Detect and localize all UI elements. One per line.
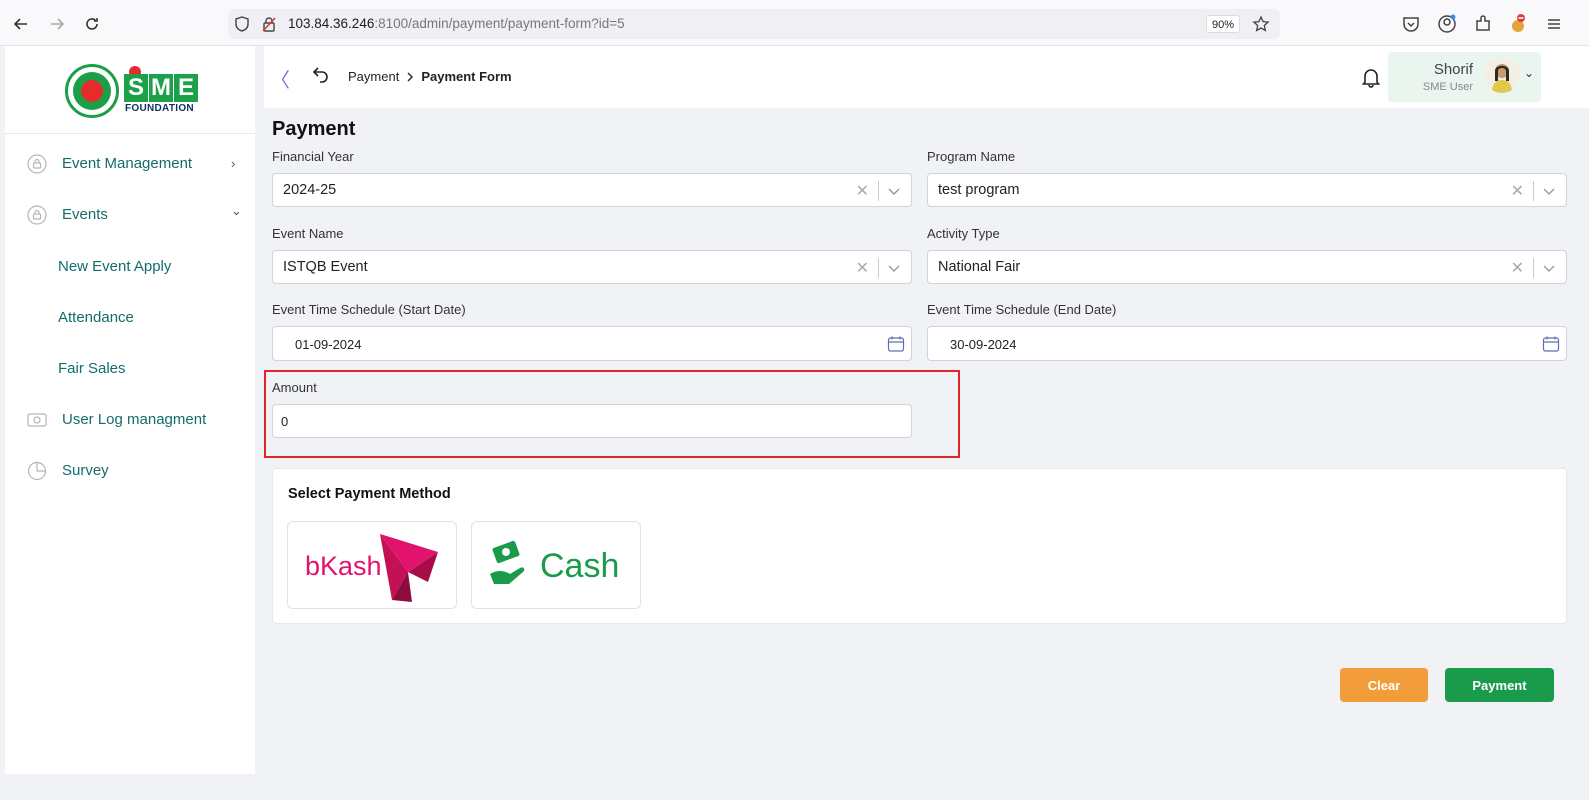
shield-icon[interactable] [233, 15, 251, 33]
start-date-value: 01-09-2024 [295, 337, 362, 352]
logo[interactable]: S M E FOUNDATION [5, 46, 255, 134]
end-date-label: Event Time Schedule (End Date) [927, 302, 1117, 317]
financial-year-value: 2024-25 [283, 182, 337, 198]
bkash-option[interactable]: bKash [287, 521, 457, 609]
logo-letter: E [174, 74, 198, 102]
chevron-down-icon[interactable] [887, 184, 901, 198]
cash-logo-icon: Cash [490, 540, 619, 585]
start-date-label: Event Time Schedule (Start Date) [272, 302, 466, 317]
sidebar-subitem-attendance[interactable]: Attendance [58, 309, 134, 326]
breadcrumb: Payment Payment Form [348, 69, 512, 84]
chevron-down-icon: ⌄ [1524, 66, 1535, 80]
topbar: 〈 Payment Payment Form Shorif SME User ⌄ [264, 46, 1589, 108]
sidebar-item-label: Event Management [62, 155, 193, 172]
pie-chart-icon [27, 461, 47, 481]
logo-subtitle: FOUNDATION [125, 103, 194, 114]
clear-x-icon[interactable]: ✕ [856, 181, 869, 201]
lock-circle-icon [27, 154, 47, 174]
select-separator [878, 258, 879, 278]
financial-year-select[interactable]: 2024-25 ✕ [272, 173, 912, 207]
chevron-right-icon: › [231, 156, 236, 171]
activity-type-label: Activity Type [927, 226, 1000, 241]
extensions-icon[interactable] [1472, 13, 1494, 35]
sidebar-item-survey[interactable]: Survey [5, 453, 255, 489]
logo-letter: S [124, 74, 148, 102]
end-date-value: 30-09-2024 [950, 337, 1017, 352]
program-name-value: test program [938, 182, 1020, 198]
bkash-logo-text: bKash [305, 551, 382, 581]
breadcrumb-payment[interactable]: Payment [348, 69, 399, 84]
payment-button[interactable]: Payment [1445, 668, 1554, 702]
star-icon[interactable] [1252, 15, 1270, 33]
payment-method-card: Select Payment Method bKash Cash [272, 468, 1567, 624]
chevron-down-icon[interactable] [887, 261, 901, 275]
amount-input[interactable] [272, 404, 912, 438]
event-name-value: ISTQB Event [283, 259, 368, 275]
clear-button[interactable]: Clear [1340, 668, 1428, 702]
event-name-select[interactable]: ISTQB Event ✕ [272, 250, 912, 284]
select-separator [1533, 258, 1534, 278]
clear-x-icon[interactable]: ✕ [1511, 181, 1524, 201]
breadcrumb-payment-form: Payment Form [421, 69, 512, 84]
bell-icon[interactable] [1360, 66, 1382, 88]
back-arrow-icon[interactable] [9, 12, 33, 36]
amount-label: Amount [272, 380, 317, 395]
bkash-logo-icon: bKash [305, 534, 438, 602]
cash-option[interactable]: Cash [471, 521, 641, 609]
avatar [1484, 57, 1520, 93]
chevron-down-icon[interactable] [1542, 184, 1556, 198]
sidebar-subitem-new-event-apply[interactable]: New Event Apply [58, 258, 171, 275]
chevron-right-icon [407, 72, 414, 81]
calendar-icon[interactable] [1542, 335, 1560, 353]
event-name-label: Event Name [272, 226, 344, 241]
chevron-down-icon[interactable] [1542, 261, 1556, 275]
menu-icon[interactable] [1543, 13, 1565, 35]
logo-letter: M [149, 74, 173, 102]
select-separator [1533, 181, 1534, 201]
reload-icon[interactable] [80, 12, 104, 36]
url-text: 103.84.36.246:8100/admin/payment/payment… [288, 16, 625, 31]
account-icon[interactable] [1436, 13, 1458, 35]
browser-toolbar: 103.84.36.246:8100/admin/payment/payment… [0, 0, 1589, 46]
zoom-badge[interactable]: 90% [1205, 15, 1240, 33]
pocket-icon[interactable] [1400, 13, 1422, 35]
user-name: Shorif [1433, 61, 1473, 78]
sme-logo-letters: S M E [124, 74, 199, 102]
start-date-input[interactable]: 01-09-2024 [272, 326, 912, 361]
user-menu[interactable]: Shorif SME User ⌄ [1388, 52, 1541, 102]
clear-x-icon[interactable]: ✕ [1511, 258, 1524, 278]
sidebar-item-label: Survey [62, 462, 109, 479]
forward-arrow-icon[interactable] [45, 12, 69, 36]
calendar-icon[interactable] [887, 335, 905, 353]
sidebar-item-events[interactable]: Events ⌄ [5, 197, 255, 233]
url-bar[interactable]: 103.84.36.246:8100/admin/payment/payment… [228, 9, 1280, 39]
insecure-lock-icon[interactable] [260, 15, 278, 33]
sidebar-item-user-log[interactable]: User Log managment [5, 402, 255, 438]
user-role: SME User [1422, 81, 1473, 93]
sidebar: S M E FOUNDATION Event Management › Even… [5, 46, 255, 774]
sidebar-subitem-fair-sales[interactable]: Fair Sales [58, 360, 126, 377]
lock-circle-icon [27, 205, 47, 225]
chevron-down-icon: ⌄ [231, 203, 242, 218]
financial-year-label: Financial Year [272, 149, 354, 164]
select-separator [878, 181, 879, 201]
program-name-label: Program Name [927, 149, 1016, 164]
collapse-sidebar-icon[interactable]: 〈 [270, 64, 290, 93]
sidebar-item-event-management[interactable]: Event Management › [5, 146, 255, 182]
activity-type-value: National Fair [938, 259, 1021, 275]
payment-method-title: Select Payment Method [288, 486, 451, 502]
sidebar-item-label: User Log managment [62, 411, 207, 428]
program-name-select[interactable]: test program ✕ [927, 173, 1567, 207]
addon-icon[interactable] [1507, 13, 1529, 35]
clear-x-icon[interactable]: ✕ [856, 258, 869, 278]
undo-back-icon[interactable] [311, 64, 331, 84]
government-seal-icon [65, 64, 119, 118]
sidebar-item-label: Events [62, 206, 108, 223]
page-title: Payment [272, 118, 356, 140]
cash-logo-text: Cash [540, 547, 619, 585]
activity-type-select[interactable]: National Fair ✕ [927, 250, 1567, 284]
log-icon [27, 413, 47, 427]
end-date-input[interactable]: 30-09-2024 [927, 326, 1567, 361]
main-content: 〈 Payment Payment Form Shorif SME User ⌄… [264, 46, 1589, 784]
